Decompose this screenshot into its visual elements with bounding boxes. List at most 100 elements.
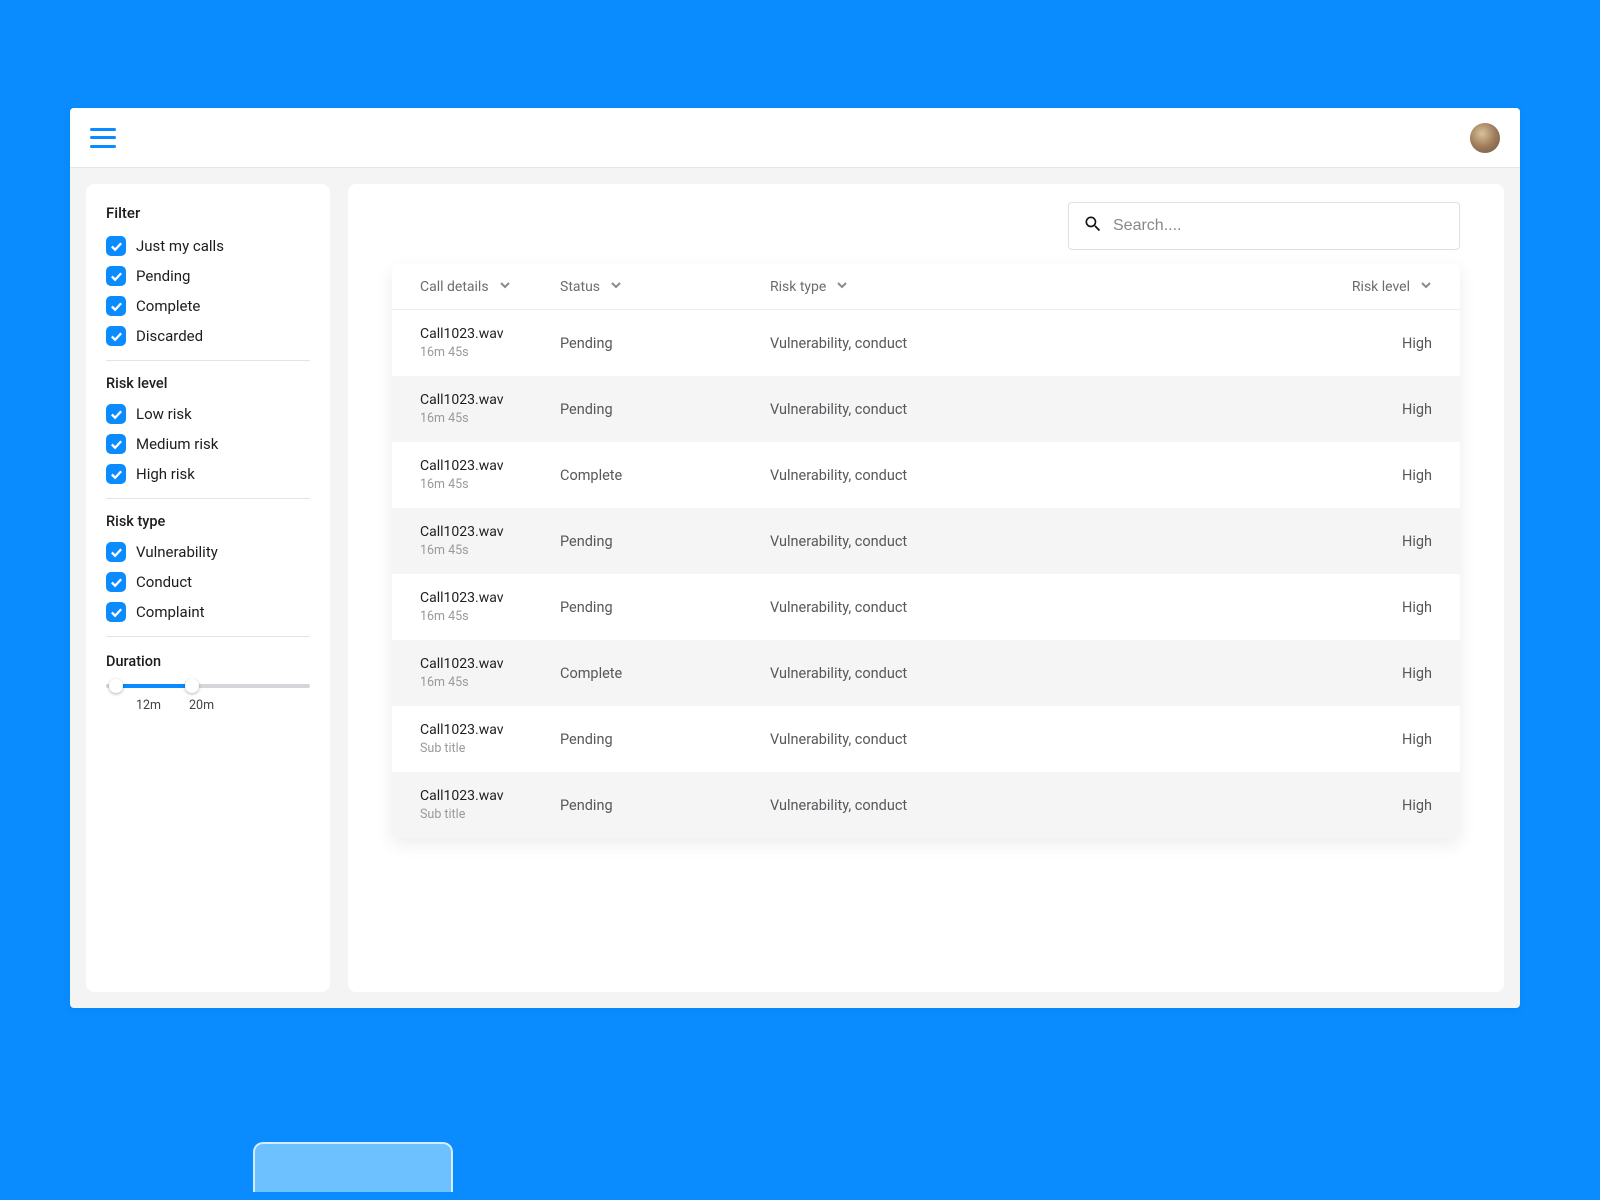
checkbox-checked-icon[interactable]	[106, 296, 126, 316]
divider	[106, 636, 310, 637]
cell-risklevel: High	[1322, 599, 1432, 616]
app-window: Filter Just my calls Pending Complete Disca…	[70, 108, 1520, 1008]
cell-risklevel: High	[1322, 467, 1432, 484]
risktype-label: Vulnerability, conduct	[770, 335, 907, 352]
divider	[106, 360, 310, 361]
checkbox-checked-icon[interactable]	[106, 326, 126, 346]
filter-checkbox-row[interactable]: High risk	[106, 464, 310, 484]
cell-risklevel: High	[1322, 533, 1432, 550]
column-header-label: Risk type	[770, 279, 826, 295]
status-label: Pending	[560, 599, 613, 616]
filter-checkbox-row[interactable]: Conduct	[106, 572, 310, 592]
checkbox-checked-icon[interactable]	[106, 602, 126, 622]
table-row[interactable]: Call1023.wavSub titlePendingVulnerabilit…	[392, 706, 1460, 772]
call-duration: 16m 45s	[420, 477, 504, 492]
checkbox-checked-icon[interactable]	[106, 572, 126, 592]
column-header-risktype[interactable]: Risk type	[770, 279, 1322, 295]
call-filename: Call1023.wav	[420, 656, 504, 672]
duration-slider-handle-max[interactable]	[185, 679, 199, 693]
chevron-down-icon	[1420, 279, 1432, 295]
risktype-label: Vulnerability, conduct	[770, 797, 907, 814]
checkbox-checked-icon[interactable]	[106, 542, 126, 562]
filter-checkbox-row[interactable]: Pending	[106, 266, 310, 286]
filter-checkbox-label: Discarded	[136, 327, 203, 345]
table-row[interactable]: Call1023.wav16m 45sCompleteVulnerability…	[392, 442, 1460, 508]
call-duration: 16m 45s	[420, 675, 504, 690]
cell-details: Call1023.wav 16m 45s	[420, 656, 560, 690]
filter-group-status: Just my calls Pending Complete Discarded	[106, 236, 310, 346]
status-label: Pending	[560, 533, 613, 550]
checkbox-checked-icon[interactable]	[106, 404, 126, 424]
filter-checkbox-label: Conduct	[136, 573, 192, 591]
filter-checkbox-row[interactable]: Discarded	[106, 326, 310, 346]
filter-panel: Filter Just my calls Pending Complete Disca…	[86, 184, 330, 992]
cell-details: Call1023.wav 16m 45s	[420, 458, 560, 492]
column-header-risklevel[interactable]: Risk level	[1322, 279, 1432, 295]
filter-group-risklevel: Low risk Medium risk High risk	[106, 404, 310, 484]
call-duration: 16m 45s	[420, 411, 504, 426]
status-label: Pending	[560, 797, 613, 814]
table-row[interactable]: Call1023.wav16m 45sPendingVulnerability,…	[392, 310, 1460, 376]
cell-risklevel: High	[1322, 731, 1432, 748]
search-input[interactable]	[1113, 217, 1445, 235]
risklevel-label: High	[1322, 797, 1432, 814]
table-row[interactable]: Call1023.wav16m 45sPendingVulnerability,…	[392, 508, 1460, 574]
cell-risklevel: High	[1322, 665, 1432, 682]
risklevel-label: High	[1322, 665, 1432, 682]
table-row[interactable]: Call1023.wav16m 45sPendingVulnerability,…	[392, 376, 1460, 442]
cell-status: Pending	[560, 335, 770, 352]
checkbox-checked-icon[interactable]	[106, 236, 126, 256]
column-header-status[interactable]: Status	[560, 279, 770, 295]
cell-details: Call1023.wavSub title	[420, 722, 560, 756]
cell-status: Complete	[560, 467, 770, 484]
duration-slider-handle-min[interactable]	[109, 679, 123, 693]
cell-status: Pending	[560, 599, 770, 616]
cell-details: Call1023.wav16m 45s	[420, 326, 560, 360]
search-box[interactable]	[1068, 202, 1460, 250]
checkbox-checked-icon[interactable]	[106, 266, 126, 286]
chevron-down-icon	[610, 279, 622, 295]
menu-icon[interactable]	[90, 128, 116, 148]
risklevel-label: High	[1322, 467, 1432, 484]
filter-checkbox-row[interactable]: Complete	[106, 296, 310, 316]
checkbox-checked-icon[interactable]	[106, 464, 126, 484]
call-filename: Call1023.wav	[420, 590, 504, 606]
workspace: Filter Just my calls Pending Complete Disca…	[70, 168, 1520, 1008]
thinker-badge	[253, 1142, 453, 1192]
duration-slider[interactable]	[106, 684, 310, 688]
calls-table: Call details Status Risk type Risk level	[392, 264, 1460, 838]
call-filename: Call1023.wav	[420, 524, 504, 540]
filter-checkbox-row[interactable]: Complaint	[106, 602, 310, 622]
filter-checkbox-row[interactable]: Medium risk	[106, 434, 310, 454]
filter-title: Filter	[106, 204, 310, 222]
search-wrap	[366, 202, 1486, 250]
filter-checkbox-row[interactable]: Just my calls	[106, 236, 310, 256]
call-filename: Call1023.wav	[420, 788, 504, 804]
call-filename: Call1023.wav	[420, 458, 504, 474]
status-label: Pending	[560, 731, 613, 748]
table-row[interactable]: Call1023.wavSub titlePendingVulnerabilit…	[392, 772, 1460, 838]
table-header: Call details Status Risk type Risk level	[392, 264, 1460, 310]
risklevel-label: High	[1322, 335, 1432, 352]
filter-group-title-risklevel: Risk level	[106, 375, 310, 392]
filter-checkbox-label: Complaint	[136, 603, 205, 621]
call-filename: Call1023.wav	[420, 326, 504, 342]
filter-checkbox-label: Vulnerability	[136, 543, 218, 561]
risklevel-label: High	[1322, 401, 1432, 418]
risktype-label: Vulnerability, conduct	[770, 401, 907, 418]
table-row[interactable]: Call1023.wav16m 45sCompleteVulnerability…	[392, 640, 1460, 706]
cell-risktype: Vulnerability, conduct	[770, 797, 1322, 814]
avatar[interactable]	[1470, 123, 1500, 153]
risklevel-label: High	[1322, 533, 1432, 550]
filter-checkbox-row[interactable]: Vulnerability	[106, 542, 310, 562]
table-row[interactable]: Call1023.wav16m 45sPendingVulnerability,…	[392, 574, 1460, 640]
column-header-details[interactable]: Call details	[420, 279, 560, 295]
filter-checkbox-label: High risk	[136, 465, 195, 483]
filter-checkbox-row[interactable]: Low risk	[106, 404, 310, 424]
duration-max-label: 20m	[189, 698, 214, 713]
risklevel-label: High	[1322, 731, 1432, 748]
status-label: Pending	[560, 401, 613, 418]
column-header-label: Call details	[420, 279, 489, 295]
cell-status: Complete	[560, 665, 770, 682]
checkbox-checked-icon[interactable]	[106, 434, 126, 454]
